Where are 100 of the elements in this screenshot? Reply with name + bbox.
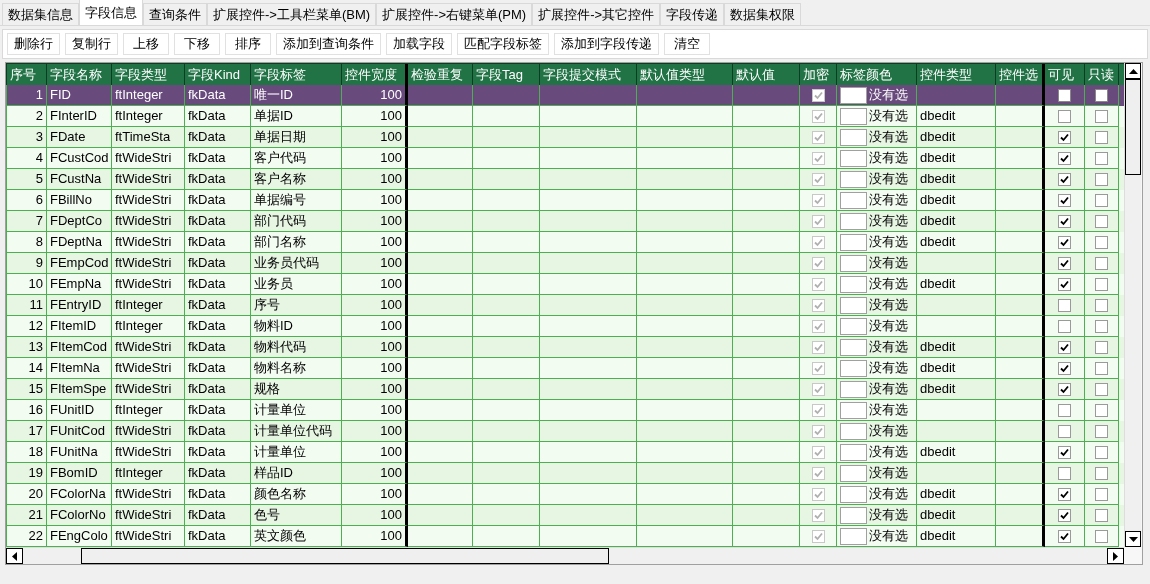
checkbox[interactable] <box>811 508 825 522</box>
scroll-thumb[interactable] <box>81 548 609 564</box>
color-swatch[interactable] <box>840 338 867 356</box>
tab[interactable]: 字段信息 <box>79 0 143 25</box>
checkbox[interactable] <box>1095 403 1108 417</box>
checkbox[interactable] <box>1058 151 1071 165</box>
table-row[interactable]: 5 FCustNa ftWideStri fkData 客户名称 100 没有选 dbedit <box>6 169 1124 190</box>
table-row[interactable]: 17 FUnitCod ftWideStri fkData 计量单位代码 100 没有选 <box>6 421 1124 442</box>
tab[interactable]: 扩展控件->工具栏菜单(BM) <box>207 3 377 25</box>
checkbox[interactable] <box>811 487 825 501</box>
color-swatch[interactable] <box>840 506 867 524</box>
tab[interactable]: 字段传递 <box>660 3 725 25</box>
checkbox[interactable] <box>1095 424 1108 438</box>
table-row[interactable]: 19 FBomID ftInteger fkData 样品ID 100 没有选 <box>6 463 1124 484</box>
color-swatch[interactable] <box>840 317 867 335</box>
checkbox[interactable] <box>1095 151 1108 165</box>
checkbox[interactable] <box>811 214 825 228</box>
checkbox[interactable] <box>1058 508 1071 522</box>
checkbox[interactable] <box>1058 340 1071 354</box>
checkbox[interactable] <box>811 235 825 249</box>
checkbox[interactable] <box>811 382 825 396</box>
scroll-down-icon[interactable] <box>1125 531 1141 547</box>
checkbox[interactable] <box>811 529 825 543</box>
checkbox[interactable] <box>1095 445 1108 459</box>
color-swatch[interactable] <box>840 464 867 482</box>
scroll-left-icon[interactable] <box>6 548 23 564</box>
checkbox[interactable] <box>811 277 825 291</box>
checkbox[interactable] <box>1095 235 1108 249</box>
horizontal-scrollbar[interactable] <box>6 547 1124 564</box>
table-row[interactable]: 2 FInterID ftInteger fkData 单据ID 100 没有选 dbedit <box>6 106 1124 127</box>
checkbox[interactable] <box>1095 298 1108 312</box>
table-row[interactable]: 13 FItemCod ftWideStri fkData 物料代码 100 没有选 dbedit <box>6 337 1124 358</box>
checkbox[interactable] <box>1095 529 1108 543</box>
checkbox[interactable] <box>811 88 825 102</box>
toolbar-button[interactable]: 匹配字段标签 <box>457 33 549 55</box>
scroll-thumb[interactable] <box>1125 79 1141 175</box>
checkbox[interactable] <box>1095 319 1108 333</box>
table-row[interactable]: 4 FCustCod ftWideStri fkData 客户代码 100 没有选 dbedit <box>6 148 1124 169</box>
toolbar-button[interactable]: 加载字段 <box>386 33 452 55</box>
toolbar-button[interactable]: 排序 <box>225 33 271 55</box>
color-swatch[interactable] <box>840 359 867 377</box>
checkbox[interactable] <box>1058 172 1071 186</box>
checkbox[interactable] <box>811 403 825 417</box>
checkbox[interactable] <box>811 193 825 207</box>
checkbox[interactable] <box>1058 382 1071 396</box>
tab[interactable]: 扩展控件->其它控件 <box>532 3 661 25</box>
toolbar-button[interactable]: 删除行 <box>7 33 60 55</box>
tab[interactable]: 数据集权限 <box>724 3 802 25</box>
color-swatch[interactable] <box>840 296 867 314</box>
tab[interactable]: 数据集信息 <box>2 3 79 25</box>
checkbox[interactable] <box>811 445 825 459</box>
vertical-scrollbar[interactable] <box>1124 63 1141 547</box>
color-swatch[interactable] <box>840 107 867 125</box>
checkbox[interactable] <box>1095 340 1108 354</box>
table-row[interactable]: 7 FDeptCo ftWideStri fkData 部门代码 100 没有选 dbedit <box>6 211 1124 232</box>
checkbox[interactable] <box>1095 193 1108 207</box>
table-row[interactable]: 14 FItemNa ftWideStri fkData 物料名称 100 没有选 dbedit <box>6 358 1124 379</box>
checkbox[interactable] <box>1058 424 1071 438</box>
table-row[interactable]: 3 FDate ftTimeSta fkData 单据日期 100 没有选 dbedit <box>6 127 1124 148</box>
checkbox[interactable] <box>1058 466 1071 480</box>
color-swatch[interactable] <box>840 128 867 146</box>
table-row[interactable]: 11 FEntryID ftInteger fkData 序号 100 没有选 <box>6 295 1124 316</box>
checkbox[interactable] <box>811 424 825 438</box>
color-swatch[interactable] <box>840 212 867 230</box>
checkbox[interactable] <box>811 109 825 123</box>
color-swatch[interactable] <box>840 149 867 167</box>
color-swatch[interactable] <box>840 443 867 461</box>
checkbox[interactable] <box>1058 298 1071 312</box>
color-swatch[interactable] <box>840 527 867 545</box>
checkbox[interactable] <box>1095 487 1108 501</box>
checkbox[interactable] <box>1095 508 1108 522</box>
checkbox[interactable] <box>1095 361 1108 375</box>
checkbox[interactable] <box>1058 109 1071 123</box>
toolbar-button[interactable]: 清空 <box>664 33 710 55</box>
color-swatch[interactable] <box>840 191 867 209</box>
toolbar-button[interactable]: 复制行 <box>65 33 118 55</box>
checkbox[interactable] <box>811 340 825 354</box>
table-row[interactable]: 8 FDeptNa ftWideStri fkData 部门名称 100 没有选 dbedit <box>6 232 1124 253</box>
color-swatch[interactable] <box>840 422 867 440</box>
checkbox[interactable] <box>1095 130 1108 144</box>
checkbox[interactable] <box>811 466 825 480</box>
checkbox[interactable] <box>1058 214 1071 228</box>
checkbox[interactable] <box>1058 277 1071 291</box>
checkbox[interactable] <box>1058 319 1071 333</box>
checkbox[interactable] <box>1095 277 1108 291</box>
checkbox[interactable] <box>811 151 825 165</box>
checkbox[interactable] <box>1058 529 1071 543</box>
table-row[interactable]: 21 FColorNo ftWideStri fkData 色号 100 没有选 dbedit <box>6 505 1124 526</box>
checkbox[interactable] <box>1058 445 1071 459</box>
checkbox[interactable] <box>1058 487 1071 501</box>
checkbox[interactable] <box>811 130 825 144</box>
color-swatch[interactable] <box>840 254 867 272</box>
tab[interactable]: 扩展控件->右键菜单(PM) <box>376 3 533 25</box>
table-row[interactable]: 6 FBillNo ftWideStri fkData 单据编号 100 没有选 dbedit <box>6 190 1124 211</box>
checkbox[interactable] <box>1058 88 1071 102</box>
color-swatch[interactable] <box>840 485 867 503</box>
checkbox[interactable] <box>811 172 825 186</box>
checkbox[interactable] <box>811 319 825 333</box>
toolbar-button[interactable]: 下移 <box>174 33 220 55</box>
table-row[interactable]: 18 FUnitNa ftWideStri fkData 计量单位 100 没有选 dbedit <box>6 442 1124 463</box>
